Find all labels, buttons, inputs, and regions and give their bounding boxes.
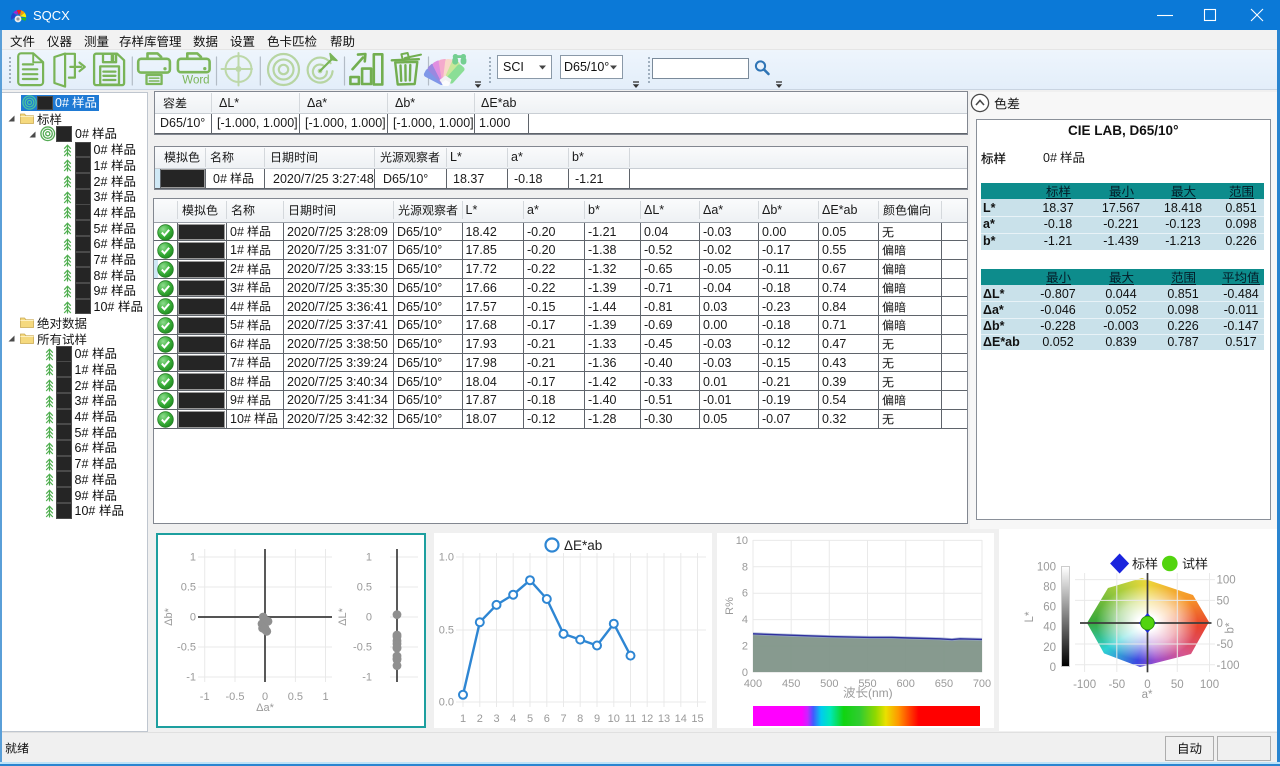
svg-text:0.5: 0.5 [288,691,303,703]
svg-text:a*: a* [1142,689,1153,701]
svg-text:8: 8 [742,561,748,573]
svg-text:40: 40 [1043,622,1056,634]
svg-text:650: 650 [935,678,953,690]
svg-text:12: 12 [641,713,653,725]
svg-text:400: 400 [744,678,762,690]
svg-text:4: 4 [742,614,748,626]
svg-text:13: 13 [658,713,670,725]
svg-text:700: 700 [973,678,991,690]
svg-text:5: 5 [527,713,533,725]
svg-text:100: 100 [1200,679,1219,691]
svg-text:2: 2 [742,641,748,653]
svg-text:11: 11 [625,713,636,725]
svg-text:0.0: 0.0 [439,697,454,709]
svg-text:0: 0 [190,612,196,624]
svg-text:50: 50 [1217,595,1230,607]
svg-text:-0.5: -0.5 [177,642,196,654]
svg-text:L*: L* [1024,611,1036,622]
svg-text:Δb*: Δb* [163,607,175,625]
svg-text:14: 14 [675,713,687,725]
svg-text:100: 100 [1037,562,1056,574]
svg-text:1: 1 [460,713,466,725]
svg-text:-50: -50 [1108,679,1125,691]
svg-text:R%: R% [724,597,736,615]
svg-text:b*: b* [1225,622,1237,633]
svg-text:0.5: 0.5 [439,625,454,637]
svg-text:20: 20 [1043,642,1056,654]
svg-text:3: 3 [493,713,499,725]
svg-text:ΔL*: ΔL* [337,607,349,625]
svg-text:500: 500 [820,678,838,690]
svg-text:6: 6 [742,588,748,600]
svg-text:-100: -100 [1073,679,1096,691]
svg-text:-1: -1 [186,672,196,684]
svg-text:-0.5: -0.5 [353,642,372,654]
svg-text:60: 60 [1043,602,1056,614]
svg-text:-50: -50 [1217,639,1234,651]
svg-text:9: 9 [594,713,600,725]
svg-text:(nm): (nm) [868,686,893,700]
svg-text:1.0: 1.0 [439,552,454,564]
svg-text:0.5: 0.5 [357,582,372,594]
svg-text:-0.5: -0.5 [226,691,245,703]
svg-text:600: 600 [897,678,915,690]
svg-text:-1: -1 [362,672,372,684]
svg-text:Word: Word [182,75,209,87]
svg-text:0: 0 [1217,618,1223,630]
svg-text:0.5: 0.5 [181,582,196,594]
svg-text:2: 2 [477,713,483,725]
svg-text:Δa*: Δa* [256,702,274,714]
svg-text:8: 8 [577,713,583,725]
svg-text:-1: -1 [200,691,210,703]
svg-text:1: 1 [190,552,196,564]
svg-text:10: 10 [608,713,620,725]
svg-text:15: 15 [691,713,703,725]
svg-text:1: 1 [366,552,372,564]
svg-text:80: 80 [1043,582,1056,594]
svg-text:ΔE*ab: ΔE*ab [564,538,602,553]
svg-text:-100: -100 [1217,660,1240,672]
svg-text:50: 50 [1171,679,1184,691]
svg-text:450: 450 [782,678,800,690]
svg-text:100: 100 [1217,575,1236,587]
svg-text:4: 4 [510,713,516,725]
svg-text:7: 7 [560,713,566,725]
svg-text:1: 1 [322,691,328,703]
svg-text:10: 10 [736,535,748,547]
svg-text:0: 0 [1050,662,1056,674]
svg-text:0: 0 [366,612,372,624]
svg-text:6: 6 [544,713,550,725]
